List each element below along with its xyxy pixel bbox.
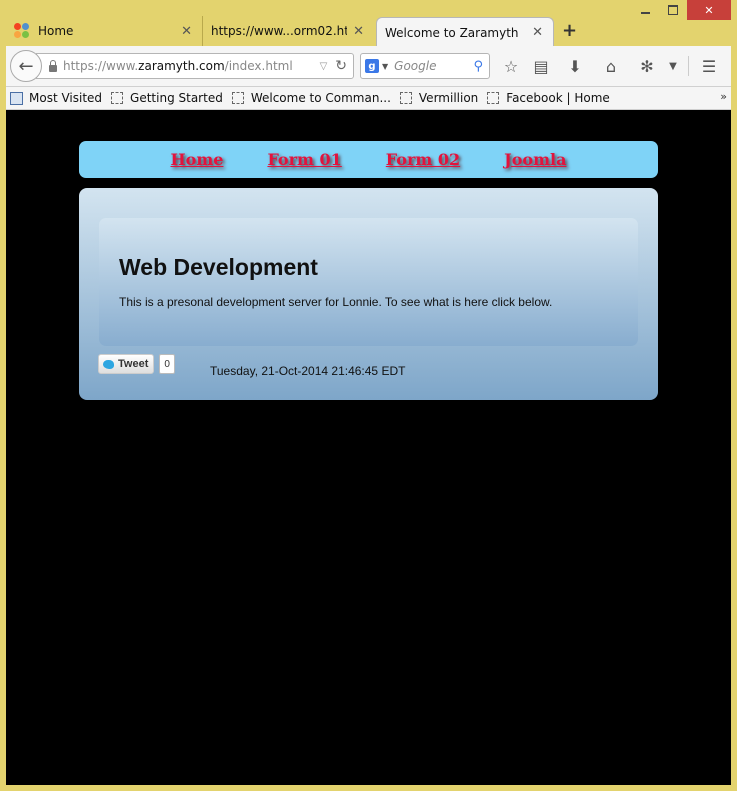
tab-welcome-zaramyth[interactable]: Welcome to Zaramyth ✕ [376,17,554,47]
bookmark-label: Vermillion [418,91,479,105]
tab-label: Welcome to Zaramyth [385,25,519,40]
intro-text: This is a presonal development server fo… [119,295,553,309]
search-icon[interactable]: ⚲ [473,59,483,74]
timestamp: Tuesday, 21-Oct-2014 21:46:45 EDT [210,364,406,378]
main-panel: Web Development This is a presonal devel… [79,188,658,400]
minimize-icon [640,12,650,14]
tab-home[interactable]: Home ✕ [6,16,202,46]
new-tab-button[interactable]: + [562,20,577,41]
page-icon [111,92,124,104]
tweet-count: 0 [159,354,175,374]
tweet-label: Tweet [118,358,149,370]
bookmark-label: Getting Started [130,91,223,105]
tab-close-icon[interactable]: ✕ [353,24,364,39]
bookmark-getting-started[interactable]: Getting Started [111,91,223,105]
bookmark-facebook-home[interactable]: Facebook | Home [487,91,610,105]
bookmark-label: Welcome to Comman... [250,91,391,105]
toolbar-separator [688,56,689,76]
page-icon [399,92,412,104]
intro-panel: Web Development This is a presonal devel… [99,218,638,346]
tab-label: https://www...orm02.html [211,24,348,38]
reading-list-icon[interactable]: ▤ [530,55,552,77]
tweet-widget: Tweet 0 [98,354,175,374]
page-icon [231,92,244,104]
tab-close-icon[interactable]: ✕ [532,25,543,40]
more-bookmarks-chevron-icon[interactable]: » [720,90,727,103]
bookmark-vermillion[interactable]: Vermillion [399,91,479,105]
most-visited-icon [10,91,23,105]
twitter-bird-icon [103,359,114,369]
back-button[interactable]: ← [10,50,42,82]
bookmark-label: Facebook | Home [506,91,610,105]
nav-link-form-02[interactable]: Form 02 [386,150,460,169]
nav-link-joomla[interactable]: Joomla [504,150,566,169]
url-bar[interactable]: https://www.zaramyth.com/index.html ▽ ↻ [36,53,354,79]
nav-link-home[interactable]: Home [171,150,224,169]
tab-label: Home [38,24,74,38]
close-icon: ✕ [704,3,714,17]
page-icon [487,92,500,104]
site-nav-bar: Home Form 01 Form 02 Joomla [79,141,658,178]
lock-icon [49,59,57,72]
downloads-icon[interactable]: ⬇ [564,55,586,77]
addon-dropdown-icon[interactable]: ▼ [662,55,684,77]
tab-strip: Home ✕ https://www...orm02.html ✕ Welcom… [6,16,731,47]
tab-close-icon[interactable]: ✕ [181,24,192,39]
back-arrow-icon: ← [18,55,34,77]
page-content: Home Form 01 Form 02 Joomla Web Developm… [6,110,731,785]
nav-link-form-01[interactable]: Form 01 [267,150,341,169]
bookmark-most-visited[interactable]: Most Visited [10,91,102,105]
home-icon[interactable]: ⌂ [600,55,622,77]
tab-form02[interactable]: https://www...orm02.html ✕ [202,16,374,46]
search-engine-dropdown-icon[interactable]: ▼ [382,62,388,71]
page-heading: Web Development [119,254,318,280]
joomla-icon [14,23,30,39]
search-bar[interactable]: g ▼ Google ⚲ [360,53,490,79]
bookmark-label: Most Visited [29,91,103,105]
tweet-button[interactable]: Tweet [98,354,155,374]
bookmarks-toolbar: Most Visited Getting Started Welcome to … [6,87,731,110]
bookmark-welcome-to-comman[interactable]: Welcome to Comman... [231,91,391,105]
google-search-engine-icon[interactable]: g [365,59,379,73]
reload-icon[interactable]: ↻ [335,58,347,74]
maximize-icon [668,5,678,15]
addon-bug-icon[interactable]: ✻ [636,55,658,77]
url-history-dropdown-icon[interactable]: ▽ [320,61,328,72]
url-text[interactable]: https://www.zaramyth.com/index.html [63,59,320,73]
menu-icon[interactable]: ☰ [698,55,720,77]
search-input[interactable]: Google [394,59,473,73]
window-frame [0,0,737,16]
navigation-toolbar: https://www.zaramyth.com/index.html ▽ ↻ … [6,46,731,87]
bookmark-star-icon[interactable]: ☆ [500,55,522,77]
